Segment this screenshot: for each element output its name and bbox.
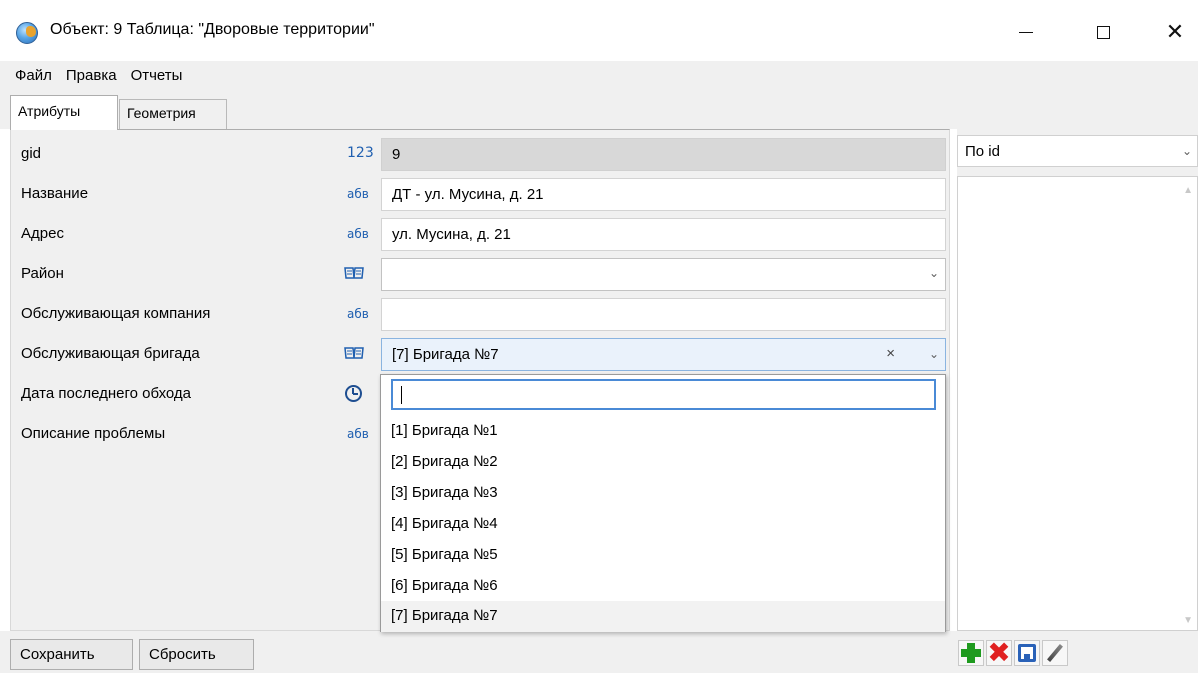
sort-select-value: По id (965, 143, 1000, 160)
minimize-icon (1019, 31, 1033, 33)
field-label: Обслуживающая компания (21, 305, 211, 322)
field-label: Обслуживающая бригада (21, 345, 200, 362)
delete-icon: ✖ (987, 636, 1011, 669)
maximize-button[interactable] (1080, 14, 1126, 50)
clear-icon[interactable]: × (886, 345, 895, 362)
text-type-icon: абв (347, 427, 369, 441)
globe-app-icon (16, 22, 38, 44)
tab-geometry[interactable]: Геометрия (119, 99, 227, 129)
book-icon (344, 347, 364, 359)
save-object-button[interactable] (1014, 640, 1040, 666)
maximize-icon (1096, 25, 1110, 39)
menu-edit[interactable]: Правка (59, 67, 124, 84)
tab-attributes[interactable]: Атрибуты (10, 95, 118, 130)
name-field[interactable]: ДТ - ул. Мусина, д. 21 (381, 178, 946, 211)
chevron-down-icon[interactable]: ⌄ (1182, 144, 1192, 158)
close-button[interactable]: ✕ (1152, 14, 1198, 50)
gid-field: 9 (381, 138, 946, 171)
field-label: Дата последнего обхода (21, 385, 192, 402)
field-label: gid (21, 145, 42, 162)
save-icon (1018, 644, 1036, 662)
reset-button[interactable]: Сбросить (139, 639, 254, 670)
dropdown-search-input[interactable] (391, 379, 936, 410)
menu-file[interactable]: Файл (8, 67, 59, 84)
field-row-address: Адрес абв ул. Мусина, д. 21 (11, 216, 951, 252)
dropdown-option[interactable]: [6] Бригада №6 (381, 571, 945, 602)
menu-reports[interactable]: Отчеты (124, 67, 190, 84)
delete-button[interactable]: ✖ (986, 636, 1012, 669)
window-title: Объект: 9 Таблица: "Дворовые территории" (50, 21, 375, 38)
number-type-icon: 123 (347, 145, 374, 161)
field-label: Название (21, 185, 89, 202)
chevron-down-icon[interactable]: ⌄ (929, 347, 939, 361)
text-type-icon: абв (347, 187, 369, 201)
title-bar: Объект: 9 Таблица: "Дворовые территории"… (0, 0, 1198, 60)
sort-select[interactable]: По id ⌄ (957, 135, 1198, 167)
field-label: Адрес (21, 225, 64, 242)
minimize-button[interactable] (1003, 14, 1049, 50)
field-row-company: Обслуживающая компания абв (11, 296, 951, 332)
brigade-select[interactable]: [7] Бригада №7 × ⌄ (381, 338, 946, 371)
dropdown-option[interactable]: [1] Бригада №1 (381, 416, 945, 447)
field-row-district: Район ⌄ (11, 256, 951, 292)
field-label: Описание проблемы (21, 425, 166, 442)
object-list-panel: По id ⌄ ▲ ▼ (957, 129, 1198, 631)
text-type-icon: абв (347, 307, 369, 321)
add-button[interactable] (958, 640, 984, 666)
dropdown-option[interactable]: [5] Бригада №5 (381, 540, 945, 571)
dropdown-option[interactable]: [2] Бригада №2 (381, 447, 945, 478)
field-row-name: Название абв ДТ - ул. Мусина, д. 21 (11, 176, 951, 212)
brigade-select-value: [7] Бригада №7 (392, 346, 499, 363)
address-field[interactable]: ул. Мусина, д. 21 (381, 218, 946, 251)
brigade-dropdown-list: [1] Бригада №1 [2] Бригада №2 [3] Бригад… (380, 374, 946, 632)
dropdown-option-selected[interactable]: [7] Бригада №7 (381, 601, 945, 632)
company-field[interactable] (381, 298, 946, 331)
menu-bar: Файл Правка Отчеты (0, 61, 1198, 89)
clock-icon (345, 385, 362, 402)
add-icon (961, 643, 981, 663)
district-select[interactable] (381, 258, 946, 291)
save-button[interactable]: Сохранить (10, 639, 133, 670)
edit-button[interactable] (1042, 640, 1068, 666)
dropdown-option[interactable]: [3] Бригада №3 (381, 478, 945, 509)
chevron-down-icon[interactable]: ⌄ (929, 266, 939, 280)
scroll-down-icon[interactable]: ▼ (1183, 615, 1193, 626)
edit-icon (1047, 644, 1063, 662)
field-row-gid: gid 123 9 (11, 136, 951, 172)
object-list[interactable]: ▲ ▼ (957, 176, 1198, 631)
dropdown-option[interactable]: [4] Бригада №4 (381, 509, 945, 540)
field-label: Район (21, 265, 64, 282)
scroll-up-icon[interactable]: ▲ (1183, 185, 1193, 196)
field-row-brigade: Обслуживающая бригада [7] Бригада №7 × ⌄ (11, 336, 951, 372)
book-icon (344, 267, 364, 279)
text-type-icon: абв (347, 227, 369, 241)
text-caret (401, 386, 402, 404)
